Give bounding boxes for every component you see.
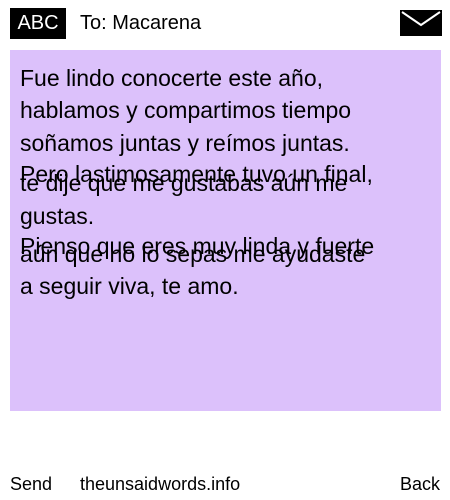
input-mode-indicator: ABC <box>10 8 66 39</box>
send-softkey[interactable]: Send <box>10 473 52 495</box>
message-body[interactable]: Fue lindo conocerte este año, hablamos y… <box>10 50 441 411</box>
message-line: aún que no lo sepas me ayudaste <box>20 241 366 267</box>
back-softkey[interactable]: Back <box>400 473 440 495</box>
envelope-icon <box>400 10 442 36</box>
message-line: a seguir viva, te amo. <box>20 273 239 299</box>
message-line: Fue lindo conocerte este año, <box>20 65 324 91</box>
message-line: hablamos y compartimos tiempo <box>20 97 352 123</box>
message-line: soñamos juntas y reímos juntas. <box>20 130 350 156</box>
site-label: theunsaidwords.info <box>80 474 241 494</box>
recipient-field: To: Macarena <box>80 12 202 34</box>
message-line: gustas. <box>20 203 95 229</box>
message-line: te dije que me gustabas aún me <box>20 170 348 196</box>
